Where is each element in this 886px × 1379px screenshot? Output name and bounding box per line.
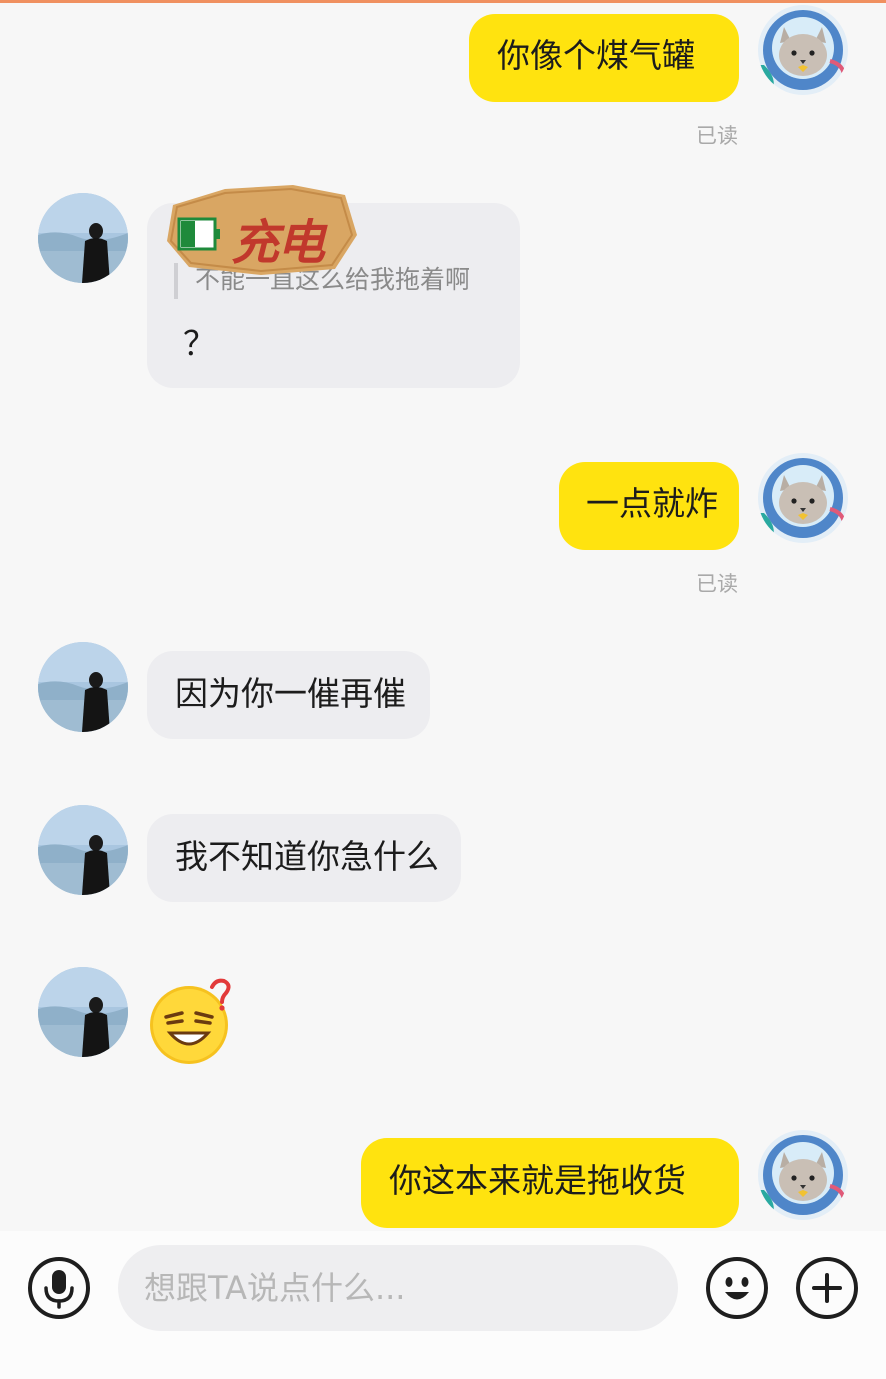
silhouette-photo-icon xyxy=(38,642,128,732)
contact-message-bubble[interactable]: 因为你一催再催 xyxy=(147,651,430,739)
cat-astronaut-icon xyxy=(758,1130,848,1220)
cat-astronaut-icon xyxy=(758,5,848,95)
message-text: 一点就炸 xyxy=(586,484,718,523)
message-text: ？ xyxy=(183,324,216,363)
my-avatar[interactable] xyxy=(758,5,848,95)
sticker-text: 充电 xyxy=(231,215,325,271)
emoji-button[interactable] xyxy=(706,1257,768,1319)
my-message-bubble[interactable]: 一点就炸 xyxy=(559,462,739,550)
cat-astronaut-icon xyxy=(758,453,848,543)
message-text: 我不知道你急什么 xyxy=(175,837,439,876)
sleepy-grin-emoji-icon xyxy=(150,978,231,1064)
contact-avatar[interactable] xyxy=(38,967,128,1057)
read-receipt: 已读 xyxy=(696,572,738,596)
silhouette-photo-icon xyxy=(38,805,128,895)
plus-icon xyxy=(812,1273,842,1303)
voice-button[interactable] xyxy=(28,1257,90,1319)
contact-message-bubble[interactable]: 我不知道你急什么 xyxy=(147,814,461,902)
read-receipt: 已读 xyxy=(696,124,738,148)
my-avatar[interactable] xyxy=(758,1130,848,1220)
silhouette-photo-icon xyxy=(38,193,128,283)
microphone-icon xyxy=(44,1270,74,1309)
message-input[interactable] xyxy=(118,1245,678,1331)
contact-avatar[interactable] xyxy=(38,642,128,732)
my-message-bubble[interactable]: 你像个煤气罐 xyxy=(469,14,739,102)
my-message-bubble[interactable]: 你这本来就是拖收货 xyxy=(361,1138,739,1228)
message-input-bar xyxy=(0,1231,886,1379)
silhouette-photo-icon xyxy=(38,967,128,1057)
message-text: 你像个煤气罐 xyxy=(497,36,695,75)
more-options-button[interactable] xyxy=(796,1257,858,1319)
charge-sticker: 充电 xyxy=(165,183,360,279)
contact-avatar[interactable] xyxy=(38,805,128,895)
my-avatar[interactable] xyxy=(758,453,848,543)
emoji-message[interactable] xyxy=(146,975,238,1067)
contact-avatar[interactable] xyxy=(38,193,128,283)
chat-message-list[interactable]: 你像个煤气罐 已读 不能一直这么给我拖着啊 ？ 充电 一点就炸 已读 因为你一催… xyxy=(0,3,886,1231)
message-text: 因为你一催再催 xyxy=(175,674,406,713)
smiley-icon xyxy=(725,1277,749,1300)
message-text: 你这本来就是拖收货 xyxy=(389,1161,686,1200)
